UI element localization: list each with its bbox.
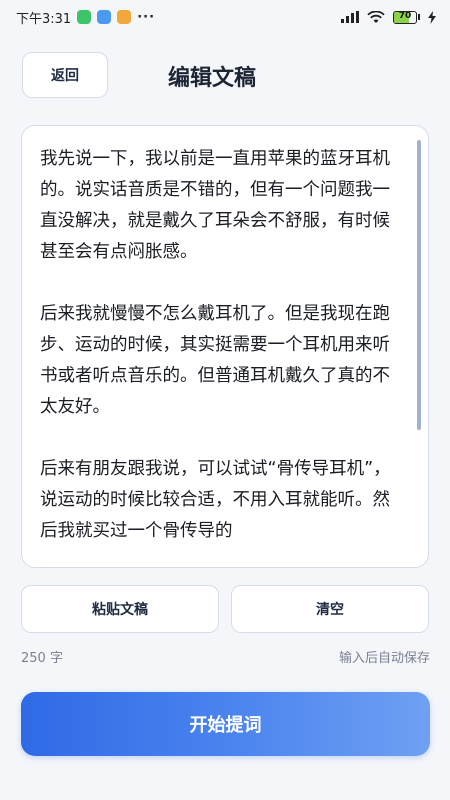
back-button[interactable]: 返回 [22, 52, 108, 98]
script-textarea[interactable]: 我先说一下，我以前是一直用苹果的蓝牙耳机的。说实话音质是不错的，但有一个问题我一… [40, 144, 406, 547]
wechat-app-icon [77, 10, 92, 24]
status-left: 下午3:31 ··· [16, 8, 155, 27]
start-prompter-button[interactable]: 开始提词 [21, 692, 430, 756]
wifi-icon [367, 10, 385, 23]
page-title: 编辑文稿 [168, 66, 257, 91]
editor-scrollbar[interactable] [417, 140, 421, 430]
script-editor[interactable]: 我先说一下，我以前是一直用苹果的蓝牙耳机的。说实话音质是不错的，但有一个问题我一… [21, 125, 429, 568]
battery-icon: 70 [393, 10, 420, 24]
status-right: 70 [341, 10, 436, 24]
clear-button[interactable]: 清空 [231, 585, 429, 633]
header: 返回 编辑文稿 [20, 52, 430, 100]
paste-script-button[interactable]: 粘贴文稿 [21, 585, 219, 633]
signal-icon [341, 11, 359, 23]
status-bar: 下午3:31 ··· 70 [0, 0, 450, 34]
battery-level: 70 [398, 10, 412, 21]
more-notifications-icon: ··· [137, 9, 156, 25]
charging-icon [428, 10, 436, 24]
autosave-note: 输入后自动保存 [338, 651, 430, 666]
char-count: 250 字 [21, 651, 63, 666]
mail-app-icon [97, 10, 112, 24]
notes-app-icon [117, 10, 132, 24]
status-time: 下午3:31 [16, 11, 72, 27]
